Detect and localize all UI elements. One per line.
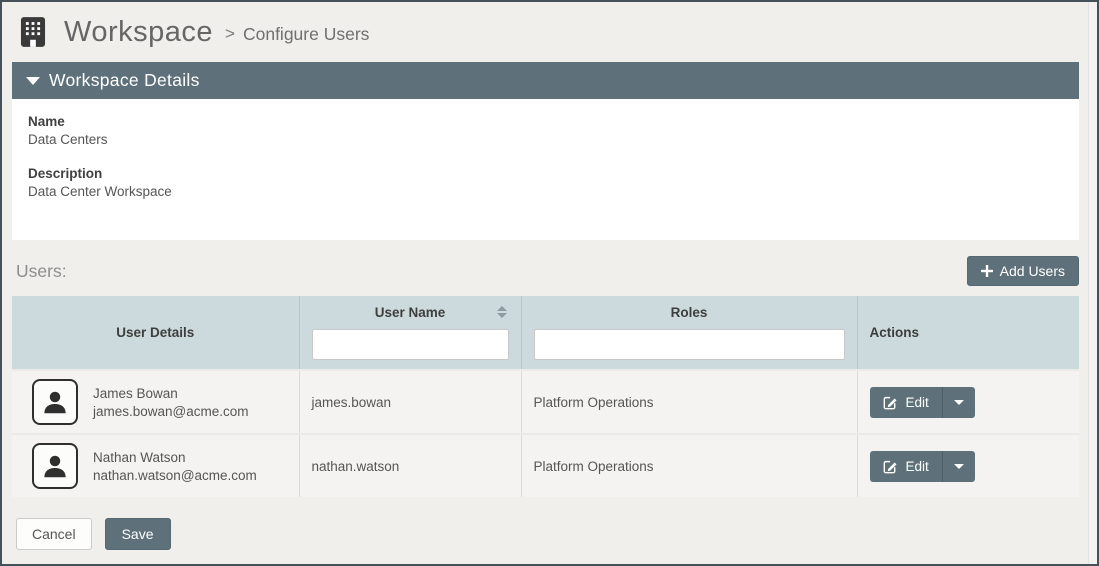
workspace-details-title: Workspace Details: [49, 70, 200, 91]
description-label: Description: [28, 166, 1063, 181]
users-section-label: Users:: [16, 261, 67, 282]
edit-pencil-icon: [883, 395, 898, 410]
edit-button[interactable]: Edit: [870, 451, 942, 482]
edit-button[interactable]: Edit: [870, 387, 942, 418]
table-row: James Bowan james.bowan@acme.com james.b…: [12, 370, 1079, 434]
edit-pencil-icon: [883, 459, 898, 474]
roles-cell: Platform Operations: [521, 434, 857, 497]
caret-down-icon: [954, 464, 964, 469]
edit-dropdown-toggle[interactable]: [942, 451, 975, 482]
edit-button-label: Edit: [906, 395, 929, 410]
breadcrumb: Configure Users: [243, 24, 369, 45]
users-bar: Users: Add Users: [16, 256, 1079, 286]
user-details-cell: James Bowan james.bowan@acme.com: [24, 379, 287, 425]
edit-split-button: Edit: [870, 387, 975, 418]
user-full-name: Nathan Watson: [93, 450, 257, 465]
user-full-name: James Bowan: [93, 386, 249, 401]
column-header-actions: Actions: [857, 296, 1079, 370]
name-value: Data Centers: [28, 132, 1063, 147]
workspace-details-body: Name Data Centers Description Data Cente…: [12, 99, 1079, 240]
building-icon: [16, 15, 50, 49]
add-users-button[interactable]: Add Users: [967, 256, 1079, 286]
sort-icon[interactable]: [497, 306, 507, 320]
user-name-cell: james.bowan: [299, 370, 521, 434]
description-value: Data Center Workspace: [28, 184, 1063, 199]
collapse-caret-icon[interactable]: [26, 77, 40, 85]
table-row: Nathan Watson nathan.watson@acme.com nat…: [12, 434, 1079, 497]
user-avatar-icon: [32, 443, 78, 489]
column-header-roles: Roles: [521, 296, 857, 370]
column-header-user-name[interactable]: User Name: [299, 296, 521, 370]
caret-down-icon: [954, 400, 964, 405]
workspace-details-header[interactable]: Workspace Details: [12, 62, 1079, 99]
user-name-cell: nathan.watson: [299, 434, 521, 497]
user-avatar-icon: [32, 379, 78, 425]
roles-header-label: Roles: [671, 305, 708, 320]
edit-dropdown-toggle[interactable]: [942, 387, 975, 418]
edit-split-button: Edit: [870, 451, 975, 482]
roles-filter-input[interactable]: [534, 329, 845, 360]
cancel-button[interactable]: Cancel: [16, 518, 92, 550]
name-field: Name Data Centers: [28, 114, 1063, 147]
top-bar: Workspace > Configure Users: [2, 2, 1097, 62]
table-header-row: User Details User Name Roles: [12, 296, 1079, 370]
add-users-label: Add Users: [1000, 264, 1065, 278]
page-title: Workspace: [64, 16, 213, 49]
user-name-header-label: User Name: [375, 305, 446, 320]
workspace-window: Workspace > Configure Users Workspace De…: [0, 0, 1099, 566]
roles-cell: Platform Operations: [521, 370, 857, 434]
plus-icon: [981, 265, 993, 277]
name-label: Name: [28, 114, 1063, 129]
breadcrumb-separator: >: [225, 24, 235, 44]
users-table: User Details User Name Roles: [12, 296, 1079, 497]
footer-actions: Cancel Save: [16, 518, 1079, 550]
user-name-filter-input[interactable]: [312, 329, 509, 360]
user-details-cell: Nathan Watson nathan.watson@acme.com: [24, 443, 287, 489]
column-header-user-details: User Details: [12, 296, 299, 370]
description-field: Description Data Center Workspace: [28, 166, 1063, 199]
user-email: nathan.watson@acme.com: [93, 468, 257, 483]
scrollbar-gutter: [1088, 2, 1097, 564]
main-content: Workspace Details Name Data Centers Desc…: [12, 62, 1079, 550]
save-button[interactable]: Save: [105, 518, 171, 550]
edit-button-label: Edit: [906, 459, 929, 474]
user-email: james.bowan@acme.com: [93, 404, 249, 419]
